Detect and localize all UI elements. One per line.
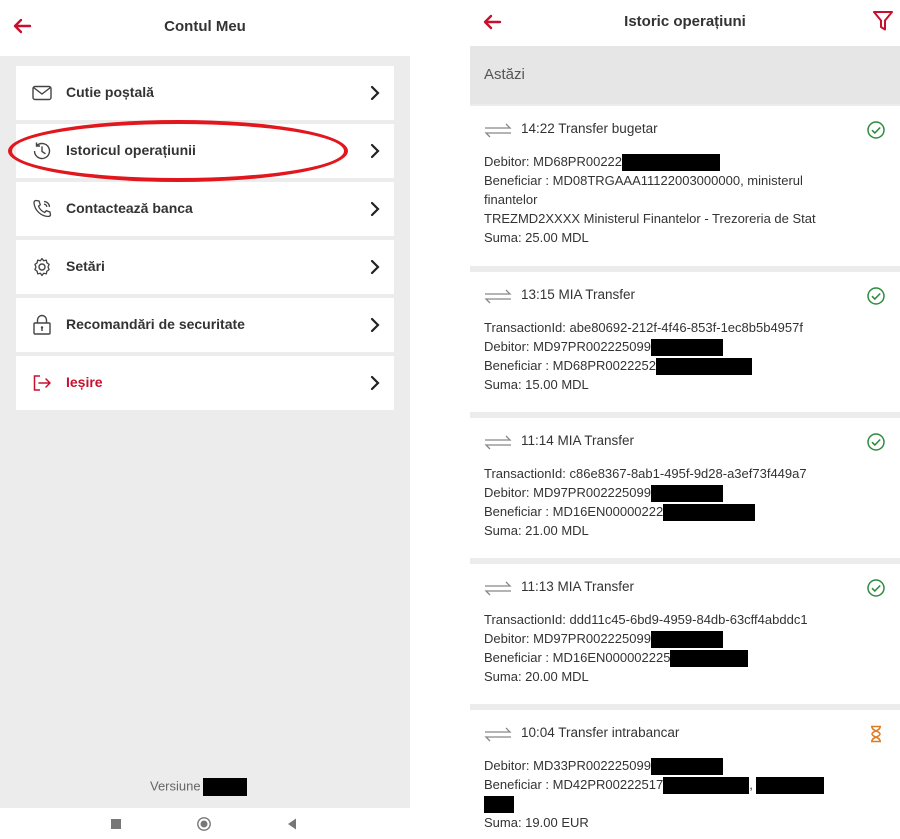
- transaction-card[interactable]: 10:04 Transfer intrabancar Debitor: MD33…: [470, 710, 900, 839]
- detail-line: Debitor: MD97PR002225099: [484, 629, 896, 649]
- transaction-card[interactable]: 13:15 MIA Transfer TransactionId: abe806…: [470, 272, 900, 412]
- settings-icon: [34, 257, 50, 277]
- detail-line: Suma: 25.00 MDL: [484, 230, 589, 246]
- transaction-details: TransactionId: c86e8367-8ab1-495f-9d28-a…: [484, 464, 896, 540]
- transfer-arrows-icon: [484, 581, 512, 596]
- chevron-right-icon: [370, 201, 380, 217]
- redaction-box: [756, 777, 825, 795]
- chevron-right-icon: [370, 143, 380, 159]
- menu-item-label: Ieșire: [66, 374, 103, 390]
- android-nav-bar: [0, 808, 410, 839]
- phone-icon: [33, 199, 52, 218]
- redaction-box: [670, 650, 749, 668]
- menu-item-settings[interactable]: Setări: [16, 240, 394, 294]
- chevron-right-icon: [370, 85, 380, 101]
- page-title: Istoric operațiuni: [624, 13, 746, 30]
- section-today: Astăzi: [470, 46, 900, 104]
- menu-item-mailbox[interactable]: Cutie poștală: [16, 66, 394, 120]
- transaction-details: Debitor: MD33PR002225099 Beneficiar : MD…: [484, 756, 896, 832]
- account-menu-area: Cutie poștală Istoricul operațiunii Cont…: [0, 56, 410, 808]
- menu-item-contact-bank[interactable]: Contactează banca: [16, 182, 394, 236]
- menu-item-security[interactable]: Recomandări de securitate: [16, 298, 394, 352]
- transfer-arrows-icon: [484, 123, 512, 138]
- menu-item-label: Recomandări de securitate: [66, 316, 245, 332]
- transaction-card[interactable]: 11:14 MIA Transfer TransactionId: c86e83…: [470, 418, 900, 558]
- transfer-arrows-icon: [484, 727, 512, 742]
- transaction-card[interactable]: 11:13 MIA Transfer TransactionId: ddd11c…: [470, 564, 900, 704]
- detail-line: Beneficiar : MD16EN000002225: [484, 648, 896, 668]
- detail-line: TREZMD2XXXX Ministerul Finantelor - Trez…: [484, 211, 816, 227]
- redaction-box: [656, 358, 752, 376]
- recent-apps-icon[interactable]: [108, 816, 124, 832]
- hourglass-icon: [871, 725, 881, 743]
- detail-line: Beneficiar : MD68PR0022252: [484, 356, 896, 376]
- detail-line: Debitor: MD97PR002225099: [484, 483, 896, 503]
- menu-item-logout[interactable]: Ieșire: [16, 356, 394, 410]
- version-label: Versiune: [150, 778, 201, 794]
- detail-line: Suma: 21.00 MDL: [484, 523, 589, 539]
- section-title: Astăzi: [484, 66, 525, 83]
- detail-line: Beneficiar : MD42PR00222517,: [484, 775, 896, 795]
- chevron-right-icon: [370, 317, 380, 333]
- check-circle-icon: [867, 433, 885, 451]
- detail-line: Suma: 20.00 MDL: [484, 669, 589, 685]
- detail-line: Suma: 15.00 MDL: [484, 377, 589, 393]
- detail-line: Debitor: MD97PR002225099: [484, 337, 896, 357]
- history-screen: Istoric operațiuni Astăzi 14:22 Transfer…: [470, 0, 900, 839]
- detail-line: Debitor: MD33PR002225099: [484, 756, 896, 776]
- transaction-header: 11:14 MIA Transfer: [521, 433, 635, 448]
- transaction-details: TransactionId: ddd11c45-6bd9-4959-84db-6…: [484, 610, 896, 686]
- detail-line: TransactionId: ddd11c45-6bd9-4959-84db-6…: [484, 612, 808, 627]
- transfer-arrows-icon: [484, 435, 512, 450]
- redaction-box: [202, 778, 247, 796]
- chevron-right-icon: [370, 375, 380, 391]
- detail-line: TransactionId: abe80692-212f-4f46-853f-1…: [484, 320, 803, 335]
- account-screen: Contul Meu Cutie poștală Istoricul opera…: [0, 0, 410, 839]
- redaction-box: [663, 504, 756, 522]
- check-circle-icon: [867, 287, 885, 305]
- detail-line: [484, 794, 896, 814]
- transaction-header: 14:22 Transfer bugetar: [521, 121, 658, 136]
- menu-item-label: Istoricul operațiunii: [66, 142, 196, 158]
- redaction-box: [650, 758, 723, 776]
- transaction-header: 11:13 MIA Transfer: [521, 579, 635, 594]
- detail-line: Debitor: MD68PR00222: [484, 152, 896, 172]
- mail-icon: [32, 85, 52, 101]
- history-header: Istoric operațiuni: [470, 0, 900, 46]
- account-header: Contul Meu: [0, 0, 410, 56]
- detail-line: Beneficiar : MD08TRGAAA11122003000000, m…: [484, 173, 803, 189]
- redaction-box: [650, 485, 723, 503]
- redaction-box: [650, 339, 723, 357]
- menu-item-label: Setări: [66, 258, 105, 274]
- transaction-details: Debitor: MD68PR00222 Beneficiar : MD08TR…: [484, 152, 896, 247]
- history-icon: [33, 142, 51, 160]
- page-title: Contul Meu: [164, 18, 246, 35]
- transfer-arrows-icon: [484, 289, 512, 304]
- redaction-box: [650, 631, 723, 649]
- transaction-header: 13:15 MIA Transfer: [521, 287, 636, 302]
- app-version: Versiune: [150, 778, 247, 796]
- redaction-box: [663, 777, 750, 795]
- chevron-right-icon: [370, 259, 380, 275]
- home-icon[interactable]: [196, 816, 212, 832]
- check-circle-icon: [867, 121, 885, 139]
- transaction-details: TransactionId: abe80692-212f-4f46-853f-1…: [484, 318, 896, 394]
- detail-line: finantelor: [484, 192, 538, 208]
- lock-icon: [33, 314, 51, 335]
- logout-icon: [33, 375, 51, 391]
- transaction-card[interactable]: 14:22 Transfer bugetar Debitor: MD68PR00…: [470, 106, 900, 266]
- detail-line: Suma: 19.00 EUR: [484, 815, 589, 831]
- menu-item-label: Cutie poștală: [66, 84, 154, 100]
- redaction-box: [484, 796, 514, 814]
- filter-icon[interactable]: [872, 8, 894, 34]
- transaction-header: 10:04 Transfer intrabancar: [521, 725, 680, 740]
- redaction-box: [622, 154, 721, 172]
- menu-item-label: Contactează banca: [66, 200, 193, 216]
- back-triangle-icon[interactable]: [284, 816, 300, 832]
- menu-item-history[interactable]: Istoricul operațiunii: [16, 124, 394, 178]
- detail-line: Beneficiar : MD16EN00000222: [484, 502, 896, 522]
- check-circle-icon: [867, 579, 885, 597]
- detail-line: TransactionId: c86e8367-8ab1-495f-9d28-a…: [484, 466, 807, 481]
